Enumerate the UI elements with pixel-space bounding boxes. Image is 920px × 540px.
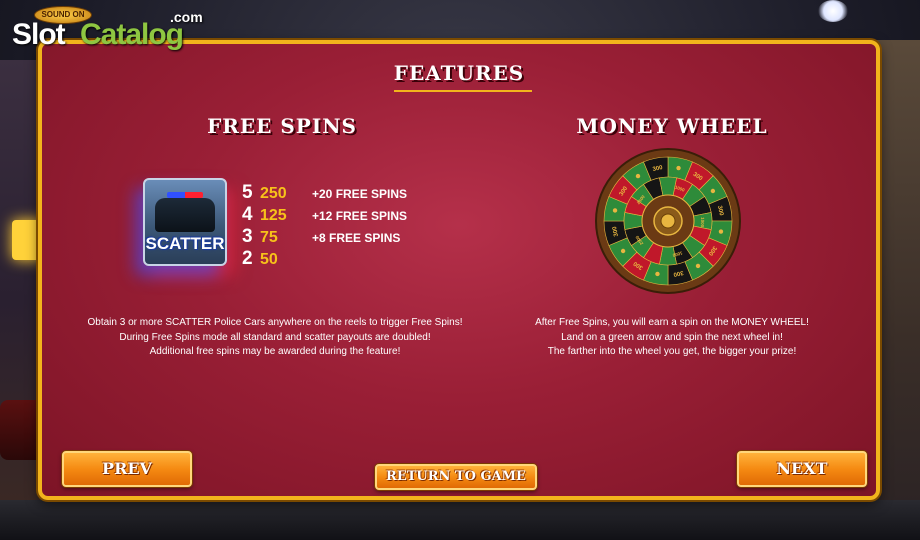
wheel-arrow-icon: [718, 229, 724, 234]
payout-value: 75: [260, 229, 278, 246]
money-wheel-graphic: 3003003003003003003003001000100010002500…: [595, 148, 741, 294]
money-wheel-title: MONEY WHEEL: [576, 114, 768, 138]
description-line: The farther into the wheel you get, the …: [547, 346, 797, 357]
wheel-arrow-icon: [620, 248, 626, 254]
page-title: FEATURES: [393, 61, 525, 85]
description-line: Obtain 3 or more SCATTER Police Cars any…: [87, 317, 463, 328]
description-line: Additional free spins may be awarded dur…: [149, 346, 401, 357]
title-underline: [394, 90, 532, 92]
free-spins-description: Obtain 3 or more SCATTER Police Cars any…: [50, 316, 500, 360]
scatter-symbol: SCATTER: [143, 178, 227, 266]
symbol-count: 2: [242, 248, 253, 269]
wheel-arrow-icon: [635, 173, 641, 179]
money-wheel-description: After Free Spins, you will earn a spin o…: [482, 316, 862, 360]
return-to-game-button[interactable]: RETURN TO GAME: [375, 464, 537, 490]
payout-value: 125: [260, 207, 287, 224]
wheel-hub-center: [660, 213, 676, 229]
free-spins-award: +8 FREE SPINS: [312, 231, 401, 245]
symbol-count: 5: [242, 182, 253, 203]
prev-button[interactable]: PREV: [62, 451, 192, 487]
payout-value: 250: [260, 185, 287, 202]
money-wheel: 300 300 300 300 300 300 300 300 1000 1000 1000 2500…: [595, 148, 741, 294]
wheel-arrow-icon: [710, 188, 716, 194]
background-moon: [818, 0, 848, 22]
description-line: Land on a green arrow and spin the next …: [561, 331, 783, 343]
slotcatalog-logo: SOUND ON Slot Catalog .com: [12, 6, 212, 54]
free-spins-award: +20 FREE SPINS: [312, 187, 408, 201]
police-car-icon: [155, 192, 215, 232]
wheel-arrow-icon: [655, 271, 660, 277]
wheel-arrow-icon: [695, 263, 701, 269]
features-panel: FEATURES FREE SPINS MONEY WHEEL SCATTER …: [38, 40, 880, 500]
payout-value: 50: [260, 251, 278, 268]
description-line: During Free Spins mode all standard and …: [119, 331, 431, 343]
next-button[interactable]: NEXT: [737, 451, 867, 487]
wheel-arrow-icon: [676, 165, 681, 171]
logo-suffix: .com: [170, 9, 203, 25]
symbol-count: 3: [242, 226, 253, 247]
description-line: After Free Spins, you will earn a spin o…: [535, 317, 809, 328]
wheel-arrow-icon: [612, 208, 618, 213]
background-street: [0, 500, 920, 540]
logo-word-slot: Slot: [12, 18, 66, 51]
free-spins-title: FREE SPINS: [207, 114, 357, 138]
free-spins-award: +12 FREE SPINS: [312, 209, 408, 223]
scatter-label: SCATTER: [145, 234, 225, 253]
symbol-count: 4: [242, 204, 253, 225]
wheel-inner-value: 1000: [700, 217, 705, 228]
logo-word-catalog: Catalog: [80, 18, 184, 51]
